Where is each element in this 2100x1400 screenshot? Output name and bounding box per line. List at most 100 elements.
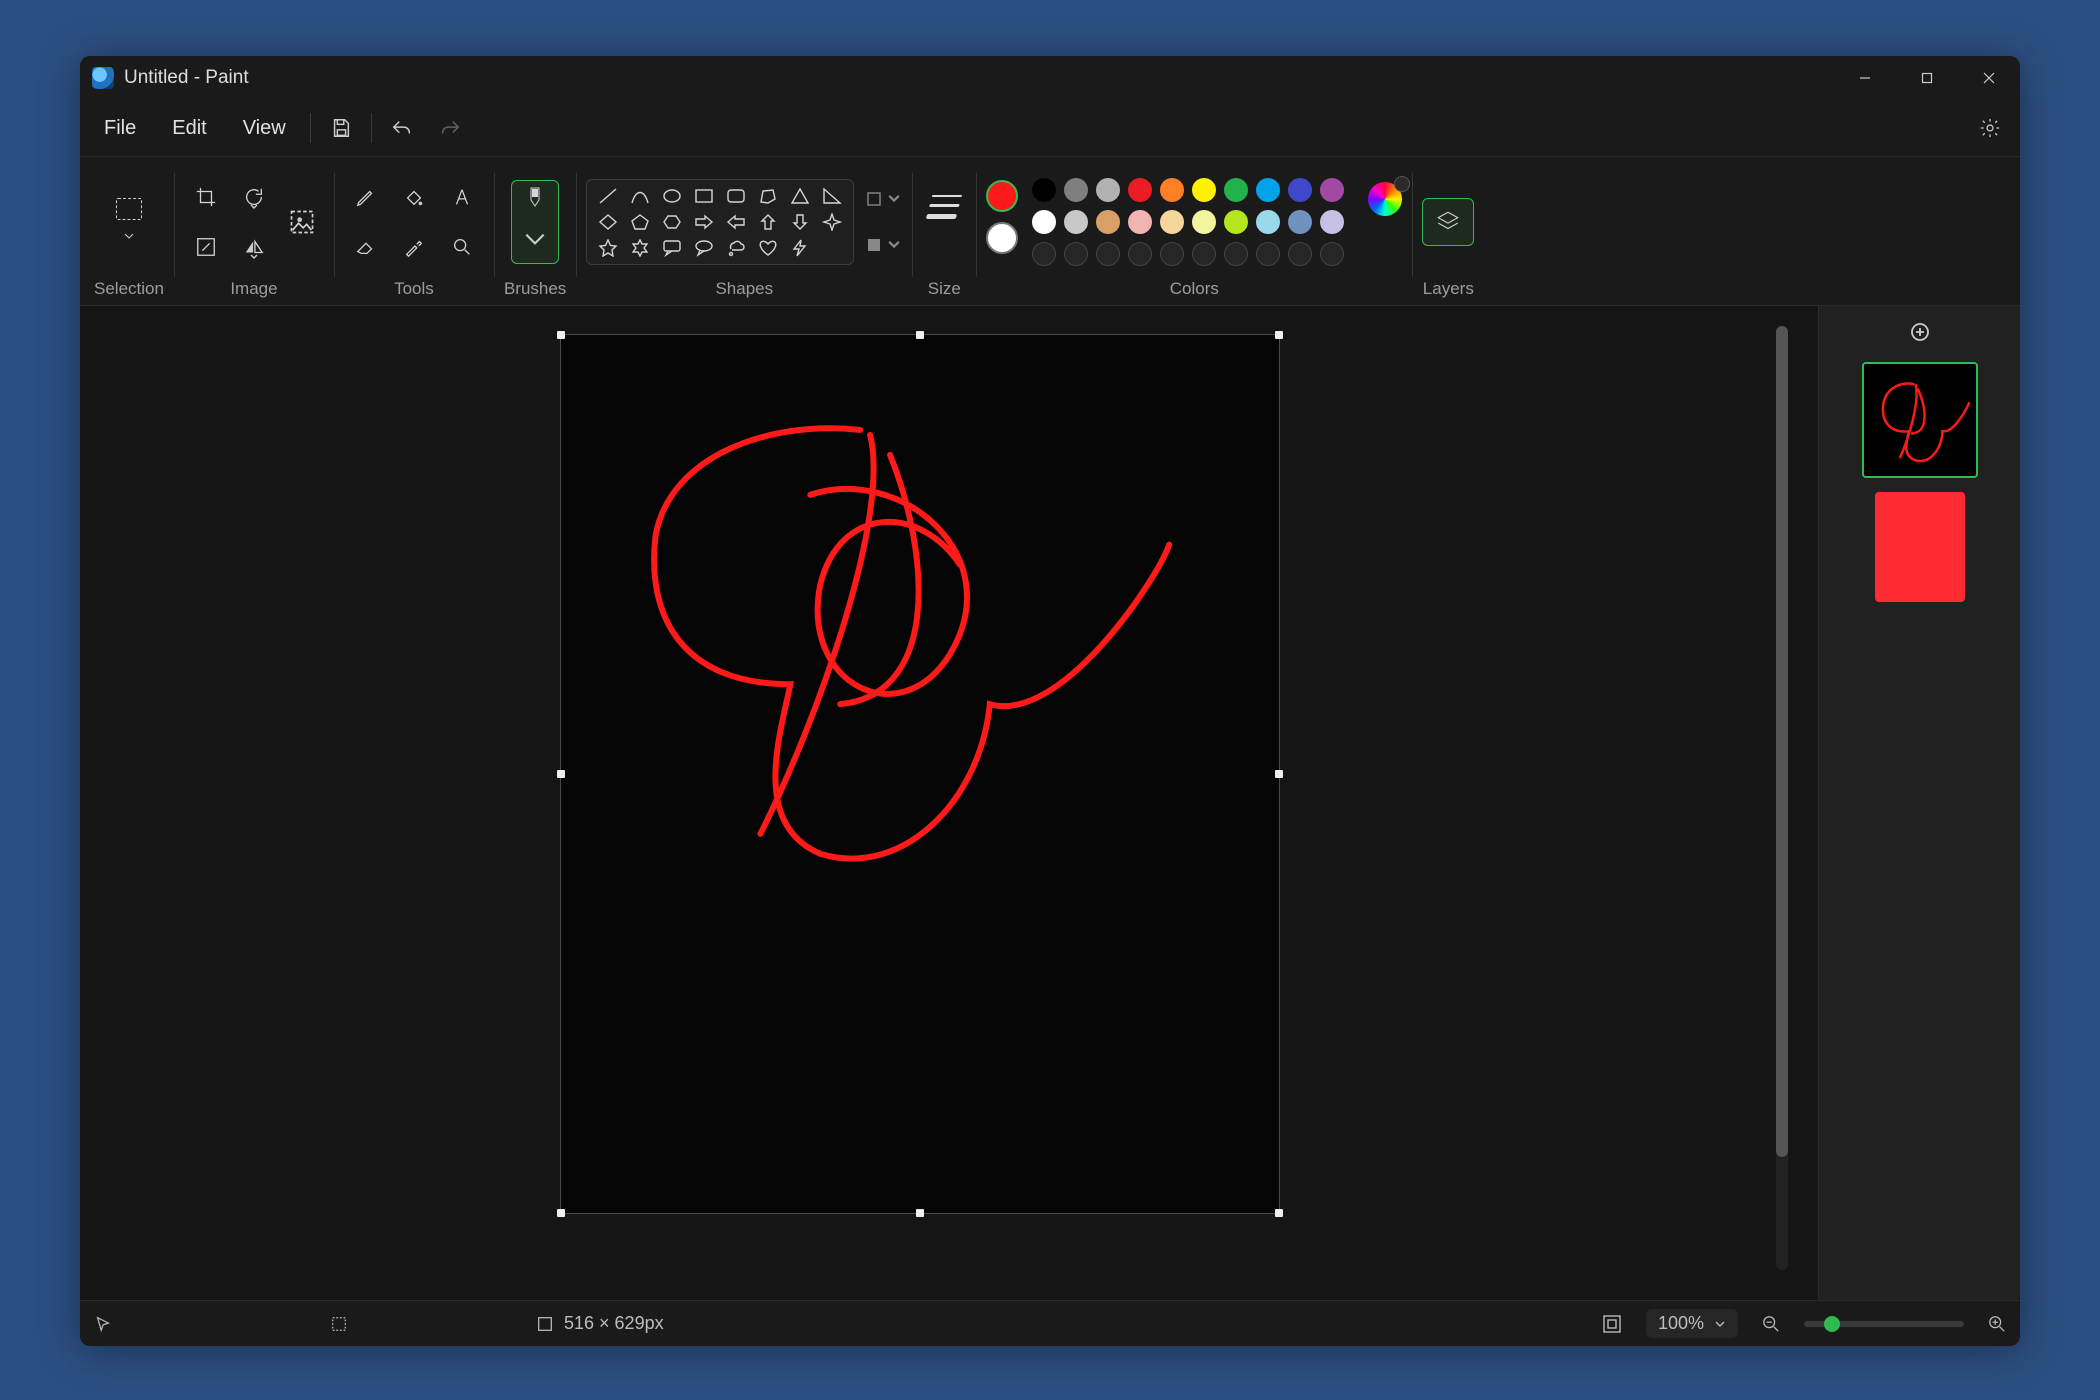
resize-button[interactable] — [184, 225, 228, 269]
shape-callout-cloud[interactable] — [725, 238, 747, 258]
color-swatch[interactable] — [1064, 210, 1088, 234]
maximize-button[interactable] — [1896, 56, 1958, 100]
resize-handle[interactable] — [557, 1209, 565, 1217]
magnifier-tool[interactable] — [440, 225, 484, 269]
shape-rect[interactable] — [693, 186, 715, 206]
menu-edit[interactable]: Edit — [154, 109, 224, 148]
color-swatch[interactable] — [1032, 210, 1056, 234]
shape-oval[interactable] — [661, 186, 683, 206]
save-button[interactable] — [317, 108, 365, 148]
shape-heart[interactable] — [757, 238, 779, 258]
color-swatch[interactable] — [1128, 210, 1152, 234]
remove-background-button[interactable] — [280, 176, 324, 268]
fit-to-window-button[interactable] — [1602, 1314, 1622, 1334]
zoom-out-button[interactable] — [1762, 1315, 1780, 1333]
shape-arrow-up[interactable] — [757, 212, 779, 232]
menu-file[interactable]: File — [86, 109, 154, 148]
color-swatch[interactable] — [1128, 178, 1152, 202]
shape-6star[interactable] — [629, 238, 651, 258]
shape-4star[interactable] — [821, 212, 843, 232]
color-swatch[interactable] — [1256, 242, 1280, 266]
brushes-tool[interactable] — [511, 180, 559, 264]
pencil-tool[interactable] — [344, 175, 388, 219]
color-swatch[interactable] — [1288, 210, 1312, 234]
shapes-gallery[interactable] — [586, 179, 854, 265]
resize-handle[interactable] — [557, 331, 565, 339]
shape-callout-round[interactable] — [693, 238, 715, 258]
edit-colors-button[interactable] — [1368, 182, 1402, 216]
resize-handle[interactable] — [1275, 331, 1283, 339]
close-button[interactable] — [1958, 56, 2020, 100]
resize-handle[interactable] — [1275, 1209, 1283, 1217]
color-swatch[interactable] — [1192, 178, 1216, 202]
zoom-slider[interactable] — [1804, 1321, 1964, 1327]
color-swatch[interactable] — [1320, 210, 1344, 234]
rotate-button[interactable] — [232, 175, 276, 219]
color-swatch[interactable] — [1256, 178, 1280, 202]
resize-handle[interactable] — [557, 770, 565, 778]
size-button[interactable] — [922, 180, 966, 264]
shape-lightning[interactable] — [789, 238, 811, 258]
shape-round-rect[interactable] — [725, 186, 747, 206]
color-swatch[interactable] — [1224, 210, 1248, 234]
shape-right-triangle[interactable] — [821, 186, 843, 206]
add-layer-button[interactable] — [1829, 316, 2010, 348]
color-swatch[interactable] — [1224, 178, 1248, 202]
fill-tool[interactable] — [392, 175, 436, 219]
color-swatch[interactable] — [1032, 242, 1056, 266]
color-swatch[interactable] — [1160, 210, 1184, 234]
color-picker-tool[interactable] — [392, 225, 436, 269]
zoom-in-button[interactable] — [1988, 1315, 2006, 1333]
shape-arrow-down[interactable] — [789, 212, 811, 232]
shape-outline-button[interactable] — [866, 181, 902, 217]
shape-pentagon[interactable] — [629, 212, 651, 232]
shape-fill-button[interactable] — [866, 227, 902, 263]
color-swatch[interactable] — [1192, 242, 1216, 266]
shape-5star[interactable] — [597, 238, 619, 258]
vertical-scrollbar[interactable] — [1776, 326, 1788, 1270]
color-swatch[interactable] — [1064, 242, 1088, 266]
settings-button[interactable] — [1966, 108, 2014, 148]
zoom-select[interactable]: 100% — [1646, 1309, 1738, 1338]
color-swatch[interactable] — [1256, 210, 1280, 234]
layers-button[interactable] — [1422, 198, 1474, 246]
color-swatch[interactable] — [1288, 242, 1312, 266]
color-1[interactable] — [986, 180, 1018, 212]
color-swatch[interactable] — [1288, 178, 1312, 202]
shape-arrow-left[interactable] — [725, 212, 747, 232]
layer-thumbnail-1[interactable] — [1862, 362, 1978, 478]
menu-view[interactable]: View — [225, 109, 304, 148]
color-swatch[interactable] — [1096, 210, 1120, 234]
selection-tool[interactable] — [103, 182, 155, 262]
canvas[interactable] — [560, 334, 1280, 1214]
color-2[interactable] — [986, 222, 1018, 254]
color-swatch[interactable] — [1192, 210, 1216, 234]
text-tool[interactable] — [440, 175, 484, 219]
color-swatch[interactable] — [1224, 242, 1248, 266]
shape-callout-rect[interactable] — [661, 238, 683, 258]
layer-thumbnail-2[interactable] — [1875, 492, 1965, 602]
color-swatch[interactable] — [1320, 178, 1344, 202]
eraser-tool[interactable] — [344, 225, 388, 269]
resize-handle[interactable] — [916, 331, 924, 339]
undo-button[interactable] — [378, 108, 426, 148]
color-swatch[interactable] — [1096, 178, 1120, 202]
color-swatch[interactable] — [1096, 242, 1120, 266]
color-swatch[interactable] — [1064, 178, 1088, 202]
redo-button[interactable] — [426, 108, 474, 148]
shape-curve[interactable] — [629, 186, 651, 206]
crop-button[interactable] — [184, 175, 228, 219]
color-swatch[interactable] — [1032, 178, 1056, 202]
shape-polygon[interactable] — [757, 186, 779, 206]
minimize-button[interactable] — [1834, 56, 1896, 100]
color-swatch[interactable] — [1128, 242, 1152, 266]
shape-triangle[interactable] — [789, 186, 811, 206]
canvas-area[interactable] — [80, 306, 1818, 1300]
resize-handle[interactable] — [1275, 770, 1283, 778]
shape-diamond[interactable] — [597, 212, 619, 232]
shape-arrow-right[interactable] — [693, 212, 715, 232]
color-swatch[interactable] — [1160, 242, 1184, 266]
shape-hexagon[interactable] — [661, 212, 683, 232]
color-swatch[interactable] — [1160, 178, 1184, 202]
shape-line[interactable] — [597, 186, 619, 206]
